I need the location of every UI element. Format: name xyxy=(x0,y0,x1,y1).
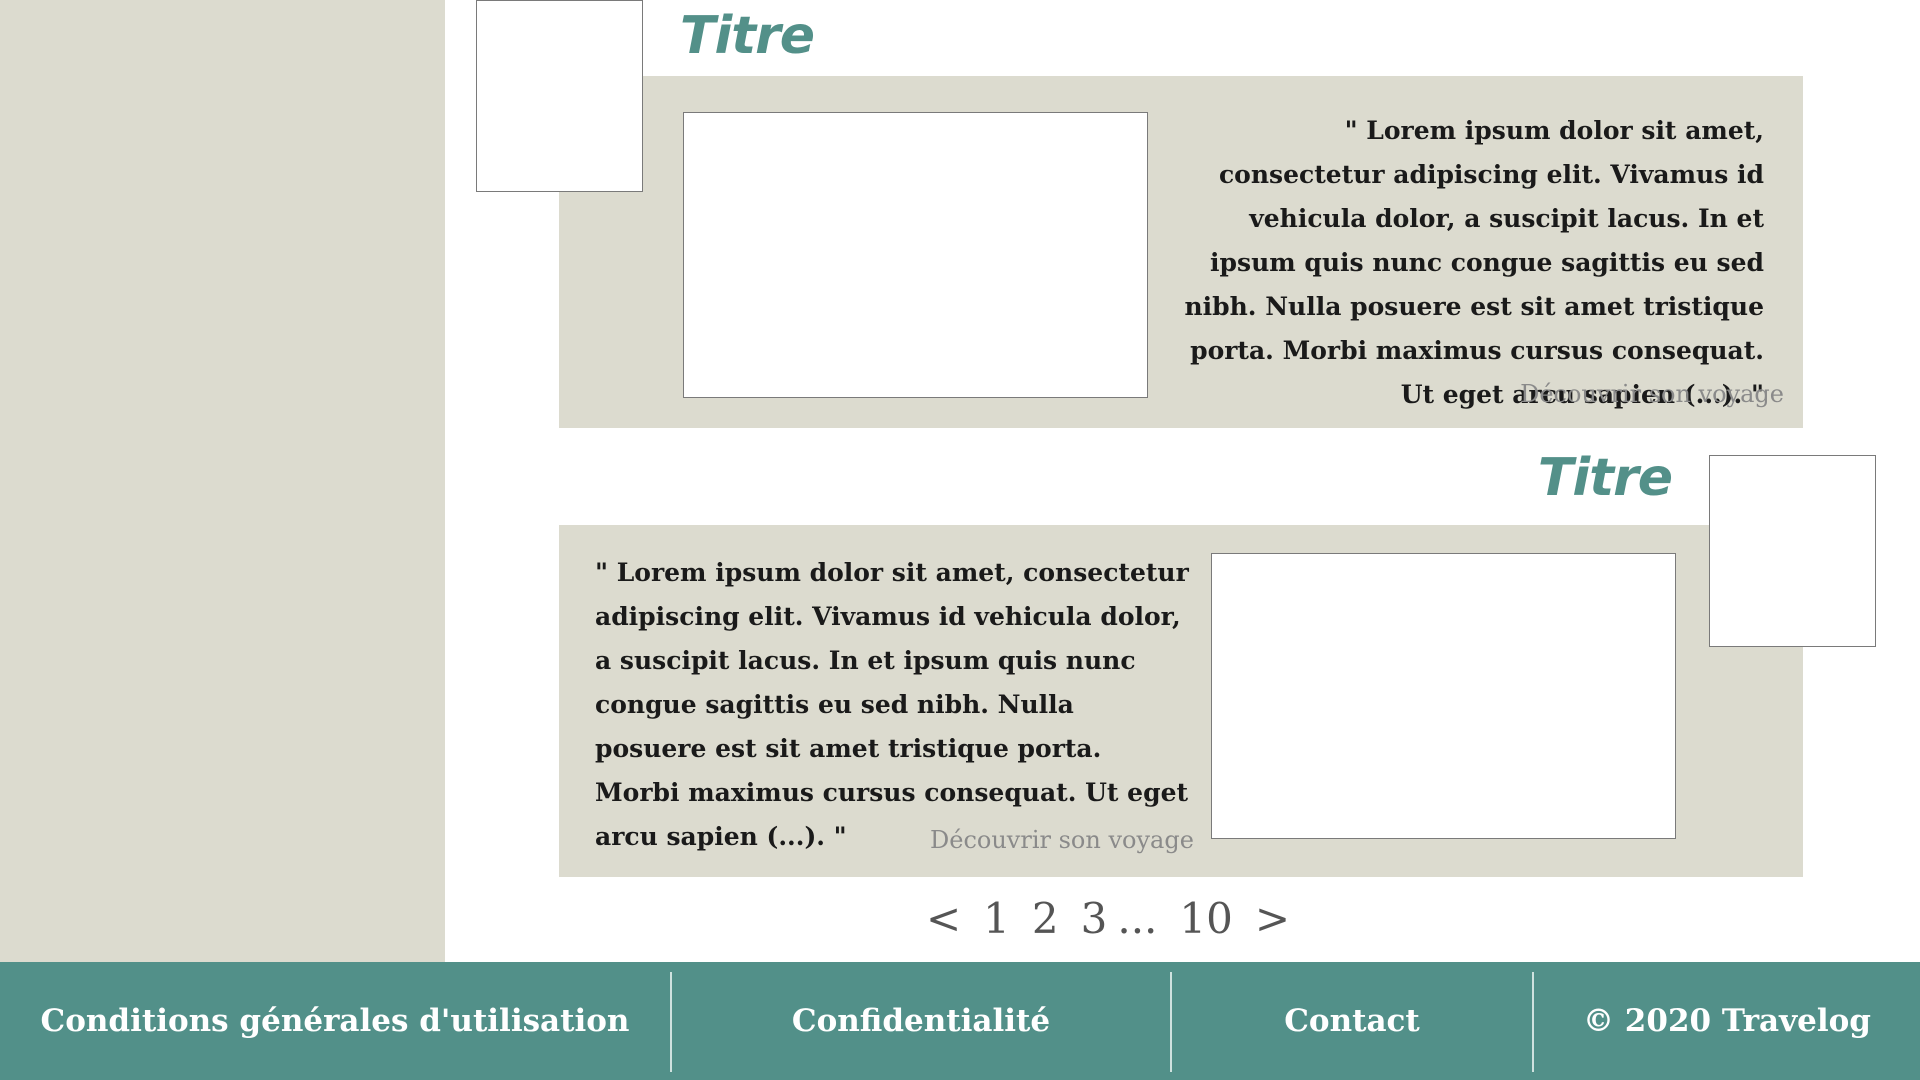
pagination-next-button[interactable]: > xyxy=(1255,898,1290,940)
pagination-prev-button[interactable]: < xyxy=(926,898,961,940)
pagination: < 1 2 3 ... 10 > xyxy=(0,898,1920,940)
article-title: Titre xyxy=(1537,448,1673,508)
footer-copyright: © 2020 Travelog xyxy=(1583,1003,1871,1039)
pagination-page-2[interactable]: 2 xyxy=(1032,898,1059,940)
discover-trip-link[interactable]: Découvrir son voyage xyxy=(1520,380,1784,408)
page: Titre " Lorem ipsum dolor sit amet, cons… xyxy=(0,0,1920,1080)
pagination-page-last[interactable]: 10 xyxy=(1179,898,1232,940)
footer: Conditions générales d'utilisation Confi… xyxy=(0,962,1920,1080)
author-avatar-placeholder xyxy=(1709,455,1876,647)
pagination-page-1[interactable]: 1 xyxy=(983,898,1010,940)
footer-contact-link[interactable]: Contact xyxy=(1172,962,1532,1080)
article-excerpt: " Lorem ipsum dolor sit amet, consectetu… xyxy=(595,558,1189,851)
footer-privacy-link[interactable]: Confidentialité xyxy=(672,962,1170,1080)
left-sidebar xyxy=(0,0,445,962)
article-image-placeholder[interactable] xyxy=(1211,553,1676,839)
article-excerpt: " Lorem ipsum dolor sit amet, consectetu… xyxy=(1184,116,1764,409)
pagination-page-3[interactable]: 3 xyxy=(1081,898,1108,940)
author-avatar-placeholder xyxy=(476,0,643,192)
pagination-ellipsis: ... xyxy=(1117,894,1158,943)
footer-terms-link[interactable]: Conditions générales d'utilisation xyxy=(0,962,670,1080)
article-image-placeholder[interactable] xyxy=(683,112,1148,398)
discover-trip-link[interactable]: Découvrir son voyage xyxy=(930,826,1194,854)
article-title: Titre xyxy=(680,6,815,66)
